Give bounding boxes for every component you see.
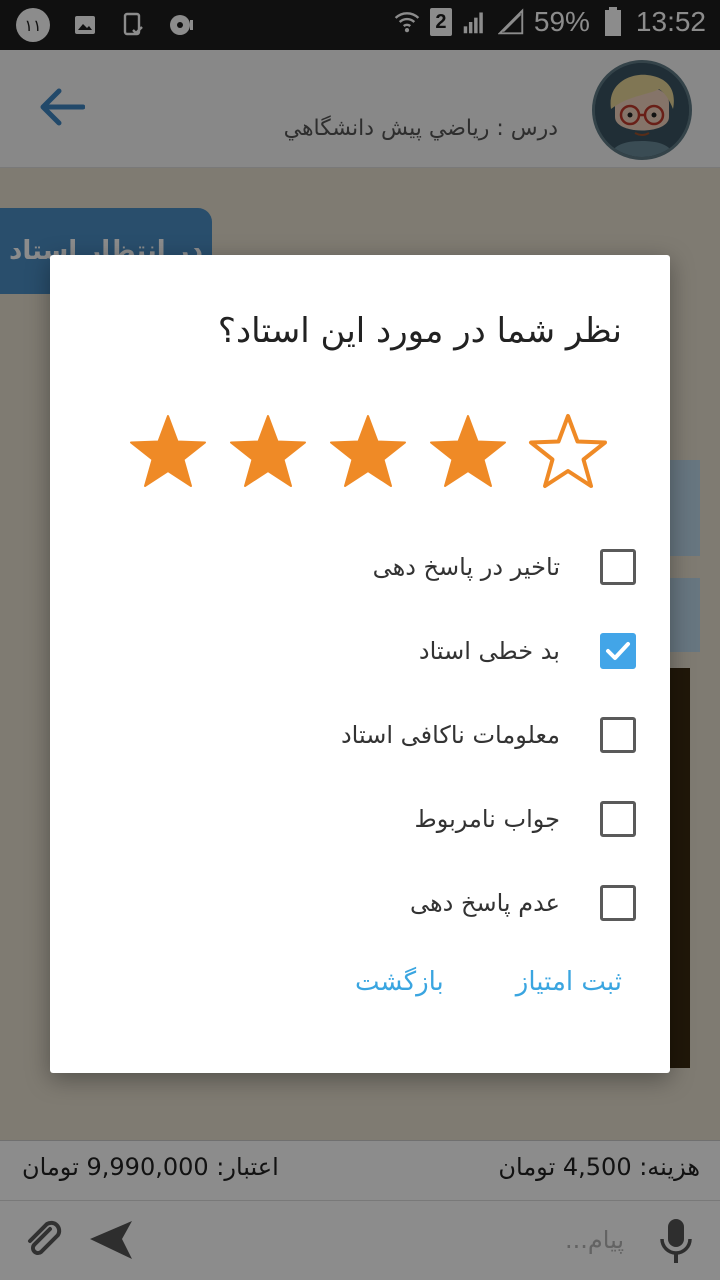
- checkbox-delay[interactable]: [600, 549, 636, 585]
- option-irrelevant-answer[interactable]: جواب نامربوط: [236, 789, 636, 849]
- rating-dialog: نظر شما در مورد این استاد؟ تاخیر در پاسخ…: [50, 255, 670, 1073]
- checkbox-insufficient-knowledge[interactable]: [600, 717, 636, 753]
- option-bad-handwriting[interactable]: بد خطی استاد: [236, 621, 636, 681]
- checkbox-bad-handwriting[interactable]: [600, 633, 636, 669]
- option-label: جواب نامربوط: [414, 805, 561, 833]
- option-insufficient-knowledge[interactable]: معلومات ناکافی استاد: [236, 705, 636, 765]
- option-no-answer[interactable]: عدم پاسخ دهی: [236, 873, 636, 933]
- back-button[interactable]: بازگشت: [355, 967, 444, 997]
- submit-rating-button[interactable]: ثبت امتیاز: [516, 967, 622, 997]
- checkbox-irrelevant-answer[interactable]: [600, 801, 636, 837]
- option-label: بد خطی استاد: [418, 637, 560, 665]
- option-label: عدم پاسخ دهی: [410, 889, 560, 917]
- option-delay[interactable]: تاخیر در پاسخ دهی: [236, 537, 636, 597]
- dialog-title: نظر شما در مورد این استاد؟: [217, 311, 622, 351]
- star-filled-icon[interactable]: [128, 413, 208, 493]
- star-filled-icon[interactable]: [228, 413, 308, 493]
- dialog-actions: ثبت امتیاز بازگشت: [355, 967, 622, 997]
- option-label: معلومات ناکافی استاد: [340, 721, 560, 749]
- star-empty-icon[interactable]: [528, 413, 608, 493]
- star-filled-icon[interactable]: [428, 413, 508, 493]
- checkbox-no-answer[interactable]: [600, 885, 636, 921]
- option-label: تاخیر در پاسخ دهی: [372, 553, 560, 581]
- star-filled-icon[interactable]: [328, 413, 408, 493]
- star-rating[interactable]: [128, 413, 608, 493]
